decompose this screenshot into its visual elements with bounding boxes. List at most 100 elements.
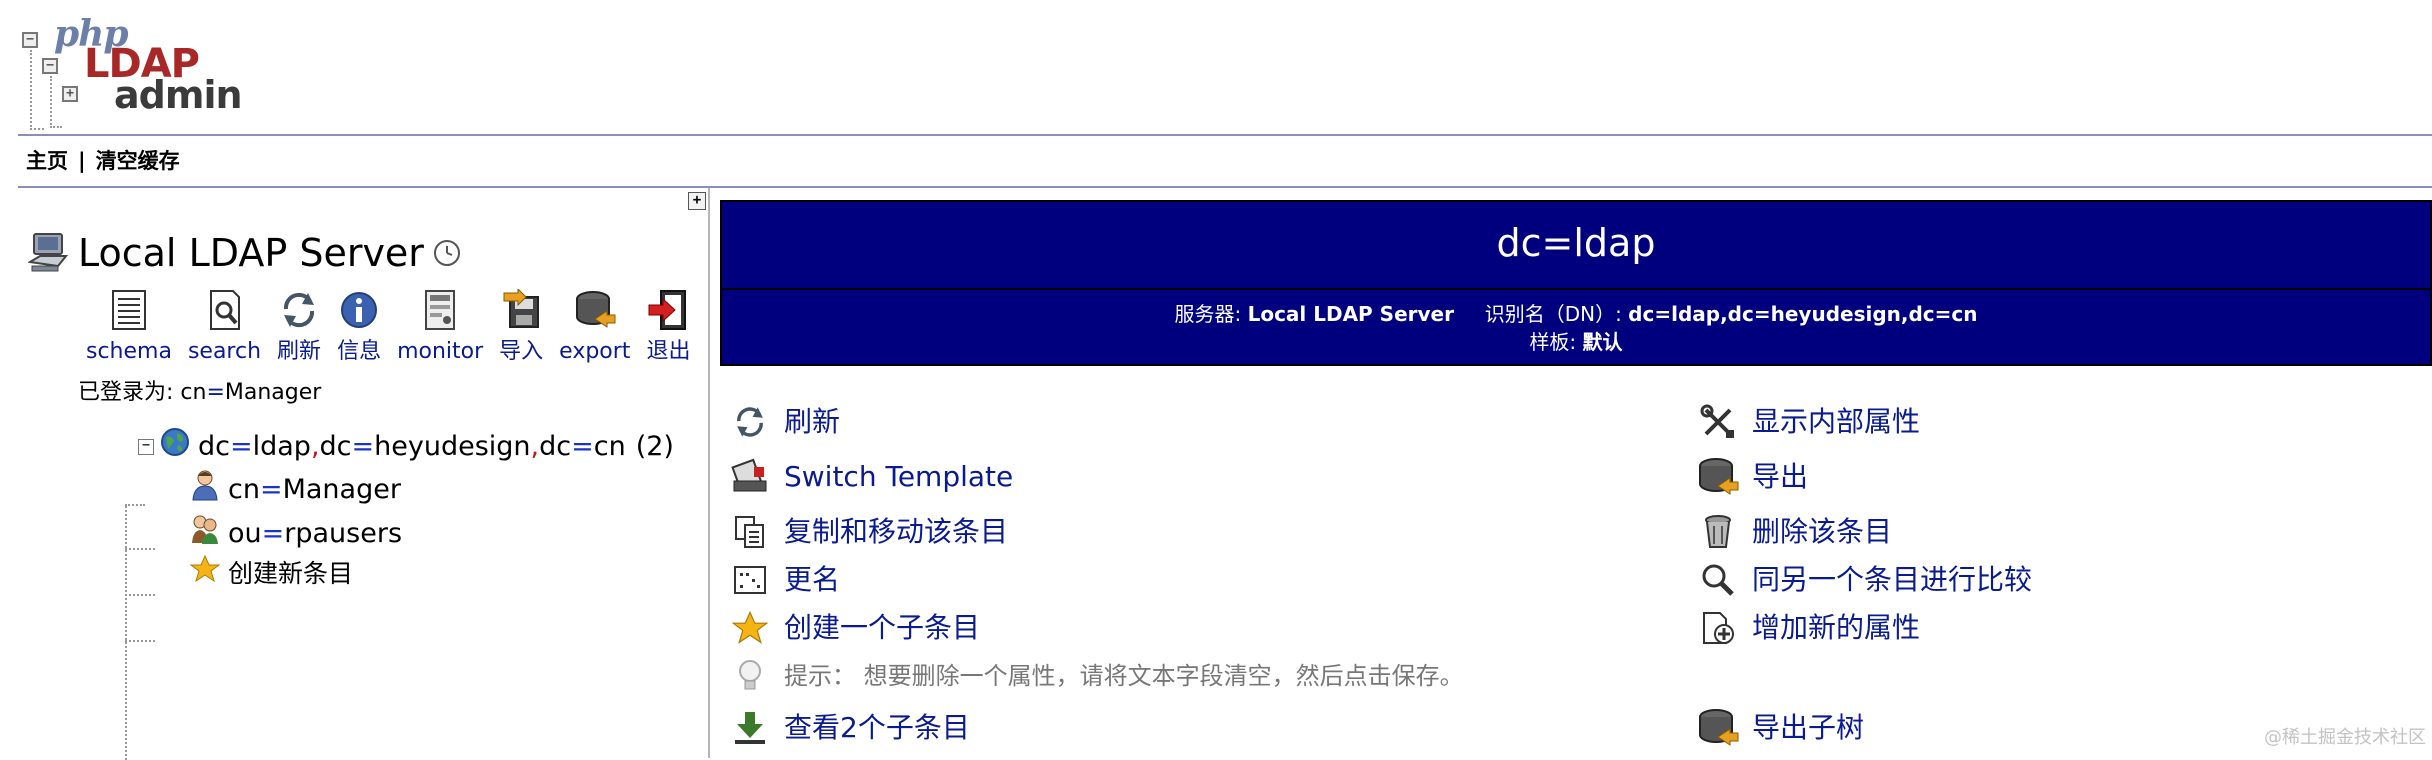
action-export-label: 导出 [1752,460,1809,493]
action-create-child-label: 创建一个子条目 [784,611,981,644]
home-link[interactable]: 主页 [26,149,68,173]
tree-item-rpausers[interactable]: ou = rpausers [190,513,402,554]
download-arrow-icon [728,706,772,750]
tree-connector-3 [125,640,155,642]
root-attr-3: dc [539,430,572,462]
root-child-count: (2) [635,430,674,462]
user-icon [190,468,220,511]
server-label: 服务器: [1174,302,1248,326]
menu-logout[interactable]: 退出 [646,288,690,366]
logout-icon [646,288,690,332]
schema-icon [107,288,151,332]
hint-text: 提示： 想要删除一个属性，请将文本字段清空，然后点击保存。 [784,662,1464,690]
server-value: Local LDAP Server [1247,302,1454,326]
menu-logout-label: 退出 [646,339,691,364]
tools-icon [1696,400,1740,444]
action-compare[interactable]: 同另一个条目进行比较 [1696,558,2032,602]
root-attr-1: dc [198,430,230,462]
rename-icon [728,558,772,602]
menu-schema-label: schema [86,339,172,364]
monitor-icon [418,288,462,332]
root-value-3: cn [593,430,626,462]
top-nav: 主页 | 清空缓存 [26,146,180,176]
tree-root-node[interactable]: − dc=ldap,dc=heyudesign,dc=cn (2) [138,427,674,466]
globe-icon [160,427,190,466]
action-copy-move[interactable]: 复制和移动该条目 [728,510,1008,554]
logo-plus-box: + [62,86,78,102]
purge-cache-link[interactable]: 清空缓存 [96,149,180,173]
action-compare-label: 同另一个条目进行比较 [1752,563,2033,596]
template-value: 默认 [1582,330,1623,354]
menu-refresh[interactable]: 刷新 [277,288,321,366]
trash-icon [1696,510,1740,554]
menu-import-label: 导入 [499,339,544,364]
logged-in-as: 已登录为: cn=Manager [78,378,321,408]
root-value-1: ldap [252,430,311,462]
root-comma-2: , [530,430,540,462]
rpausers-value: rpausers [284,517,403,549]
menu-info-label: 信息 [337,339,382,364]
tree-collapse-toggle[interactable]: − [138,438,154,455]
action-create-child[interactable]: 创建一个子条目 [728,606,980,650]
entry-dn-title: dc=ldap [1496,221,1656,265]
action-rename[interactable]: 更名 [728,558,840,602]
action-export-subtree[interactable]: 导出子树 [1696,706,1864,750]
panel-divider [708,188,710,758]
action-rename-label: 更名 [784,563,841,596]
logged-in-attr: cn [180,380,207,405]
entry-header-divider [722,288,2430,290]
watermark: @稀土掘金技术社区 [2264,727,2426,748]
tree-panel: + Local LDAP Server schema search 刷新 信息 … [18,188,708,760]
action-switch-template[interactable]: Switch Template [728,455,1013,499]
clock-icon[interactable] [433,240,460,266]
add-attribute-icon [1696,606,1740,650]
tree-create-new[interactable]: 创建新条目 [189,554,354,593]
action-delete-entry-label: 删除该条目 [1752,515,1893,548]
logged-in-eq: = [206,380,225,405]
action-show-internal-attrs[interactable]: 显示内部属性 [1696,400,1920,444]
tree-item-manager[interactable]: cn = Manager [190,468,401,511]
action-refresh[interactable]: 刷新 [728,400,840,444]
action-delete-entry[interactable]: 删除该条目 [1696,510,1892,554]
root-dn[interactable]: dc=ldap,dc=heyudesign,dc=cn [198,430,626,464]
root-eq-1: = [229,430,253,462]
create-new-label: 创建新条目 [228,558,354,588]
server-menu: schema search 刷新 信息 monitor 导入 export 退出 [86,288,706,366]
template-label: 样板: [1529,330,1583,354]
menu-monitor[interactable]: monitor [397,288,483,366]
rpausers-eq: = [261,517,285,549]
menu-search[interactable]: search [188,288,261,366]
menu-import[interactable]: 导入 [499,288,543,366]
manager-eq: = [259,473,283,505]
nav-separator: | [78,149,86,173]
manager-value: Manager [282,473,401,505]
logo-minus-box-2: − [42,58,58,74]
action-export[interactable]: 导出 [1696,455,1808,499]
compare-icon [1696,558,1740,602]
menu-search-label: search [187,339,262,364]
entry-header: dc=ldap 服务器: Local LDAP Server 识别名（DN）: … [720,200,2432,366]
copy-icon [728,510,772,554]
root-value-2: heyudesign [374,430,531,462]
menu-schema[interactable]: schema [86,288,172,366]
manager-attr: cn [228,473,260,505]
refresh-icon [277,288,321,332]
export-icon [573,288,617,332]
logged-in-user: Manager [224,380,322,405]
lightbulb-icon [728,654,772,698]
menu-export[interactable]: export [559,288,630,366]
hint-delete-attribute: 提示： 想要删除一个属性，请将文本字段清空，然后点击保存。 [728,654,1464,698]
root-eq-2: = [351,430,375,462]
info-icon [337,288,381,332]
server-name[interactable]: Local LDAP Server [78,230,424,276]
action-show-internal-attrs-label: 显示内部属性 [1752,405,1921,438]
action-add-attribute[interactable]: 增加新的属性 [1696,606,1920,650]
dn-value: dc=ldap,dc=heyudesign,dc=cn [1628,302,1978,326]
logo-admin-text: admin [114,73,243,117]
group-icon [190,513,220,554]
expand-tree-button[interactable]: + [688,192,706,210]
menu-info[interactable]: 信息 [337,288,381,366]
rpausers-attr: ou [228,517,262,549]
action-switch-template-label: Switch Template [784,460,1014,493]
action-view-children[interactable]: 查看2个子条目 [728,706,970,750]
